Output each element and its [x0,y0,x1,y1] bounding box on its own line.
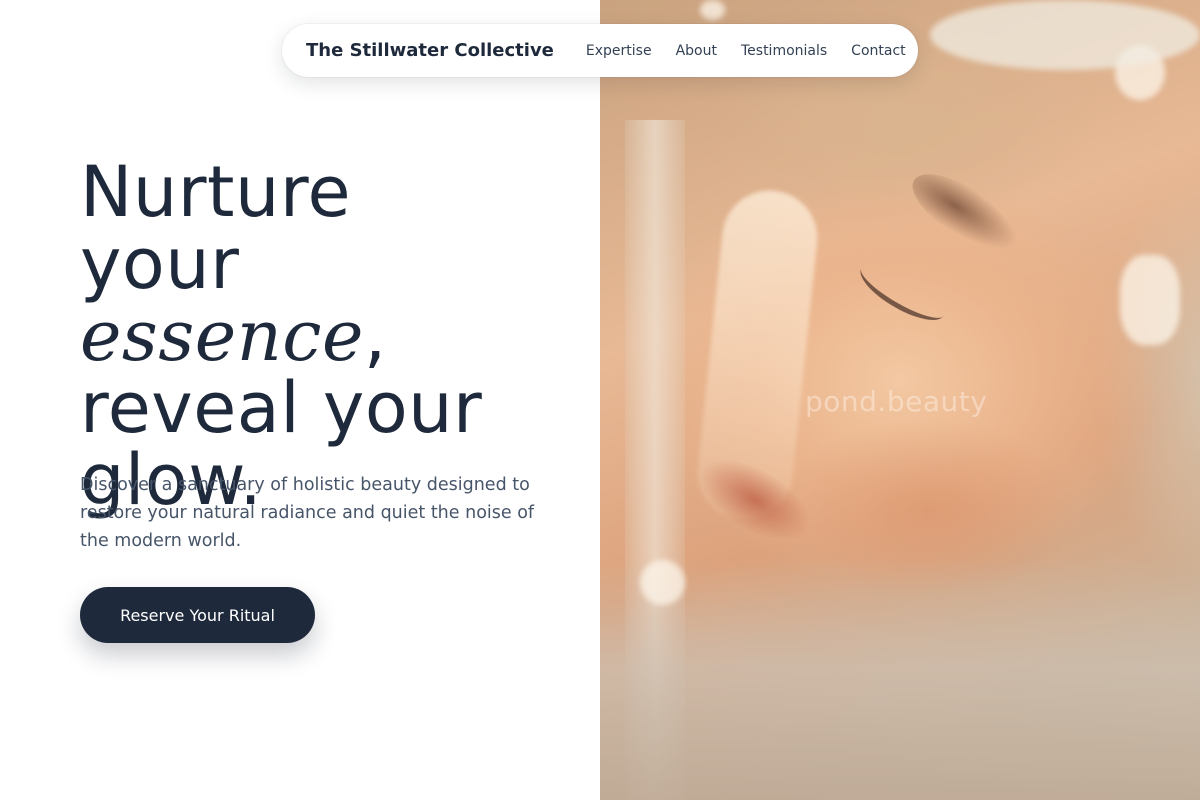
photo-bokeh [640,560,685,605]
headline-line-2-post: , [363,295,387,377]
headline-line-2-pre: your [80,223,240,305]
hero-headline: Nurture your essence, reveal your glow. [80,156,560,516]
hero-photo: pond.beauty [600,0,1200,800]
brand-logo[interactable]: The Stillwater Collective [306,40,554,61]
photo-closed-eye [852,253,953,331]
nav-link-testimonials[interactable]: Testimonials [741,43,827,59]
nav-link-contact[interactable]: Contact [851,43,905,59]
nav-links: Expertise About Testimonials Contact [586,43,906,59]
hero-subcopy: Discover a sanctuary of holistic beauty … [80,475,535,551]
photo-bokeh [1120,255,1180,345]
photo-foreground-blur [600,560,1200,800]
photo-eyebrow [901,159,1029,265]
headline-line-1: Nurture [80,151,352,233]
photo-watermark: pond.beauty [805,385,988,418]
headline-line-3: reveal your [80,367,483,449]
photo-bokeh [930,0,1200,70]
reserve-ritual-button[interactable]: Reserve Your Ritual [80,587,315,643]
photo-bokeh [700,0,725,20]
nav-link-about[interactable]: About [676,43,717,59]
top-navigation: The Stillwater Collective Expertise Abou… [282,24,918,77]
headline-accent-word: essence [80,295,364,377]
nav-link-expertise[interactable]: Expertise [586,43,652,59]
